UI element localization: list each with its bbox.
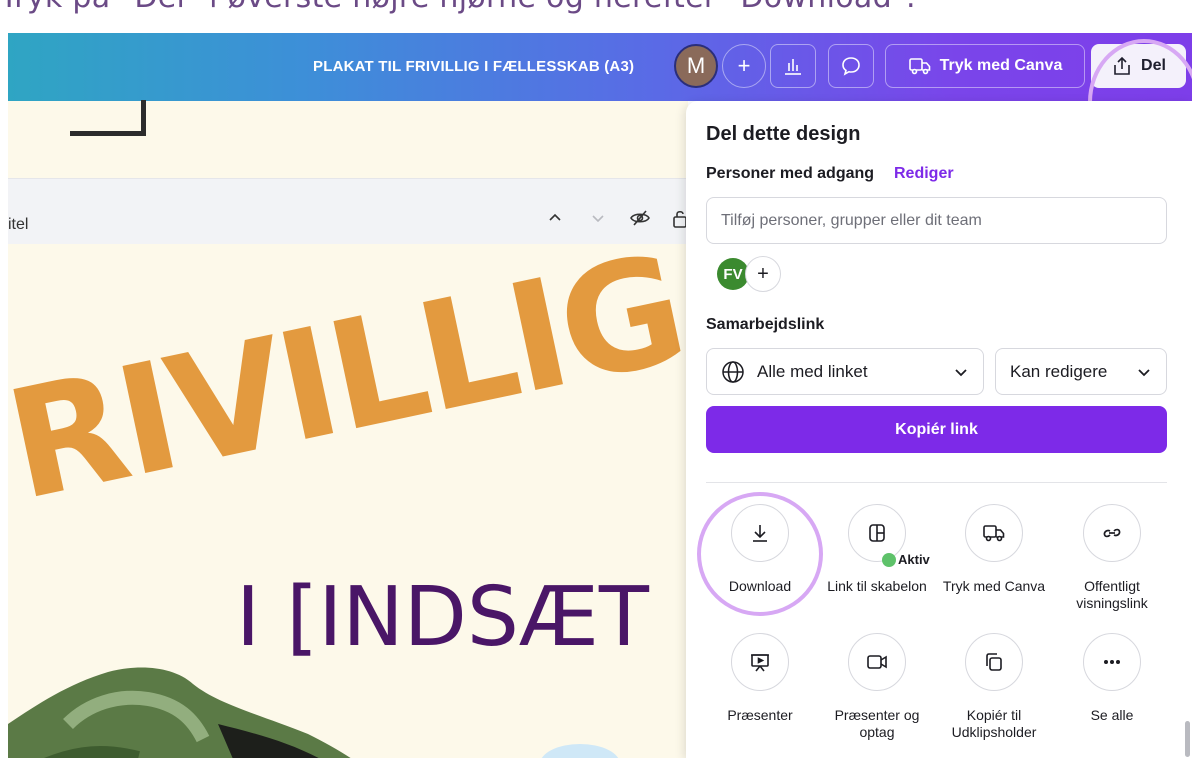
link-permission-select[interactable]: Kan redigere <box>995 348 1167 395</box>
option-label: Kopiér til Udklipsholder <box>951 707 1037 740</box>
top-toolbar: PLAKAT TIL FRIVILLIG I FÆLLESSKAB (A3) M… <box>8 33 1192 165</box>
add-people-input[interactable]: Tilføj personer, grupper eller dit team <box>706 197 1167 244</box>
share-option-clipboard[interactable]: Kopiér til Udklipsholder <box>935 633 1053 741</box>
user-avatar[interactable]: M <box>674 44 718 88</box>
clipboard-icon <box>986 653 1002 671</box>
insights-button[interactable] <box>770 44 816 88</box>
add-member-button[interactable]: + <box>745 256 781 292</box>
panel-divider <box>706 482 1167 483</box>
presentation-icon <box>751 654 769 672</box>
people-access-label: Personer med adgang <box>706 165 875 182</box>
canvas-current-page[interactable]: RIVILLIG I [INDSÆT <box>8 244 688 758</box>
bar-chart-icon <box>785 59 801 75</box>
option-label: Se alle <box>1090 707 1134 723</box>
truck-icon <box>983 525 1005 542</box>
tree-photo-shape[interactable] <box>8 664 408 758</box>
option-label: Tryk med Canva <box>942 578 1046 594</box>
collab-link-label: Samarbejdslink <box>706 316 825 333</box>
hide-eye-icon[interactable] <box>629 209 651 232</box>
panel-scrollbar[interactable] <box>1185 721 1190 757</box>
template-icon <box>869 524 885 542</box>
plus-icon: + <box>737 53 751 78</box>
option-label: Link til skabelon <box>827 578 927 594</box>
plus-icon: + <box>757 262 769 285</box>
share-option-present[interactable]: Præsenter <box>701 633 819 724</box>
add-collaborator-button[interactable]: + <box>722 44 766 88</box>
chevron-up-icon[interactable] <box>546 209 564 232</box>
option-label: Præsenter og optag <box>834 707 920 740</box>
print-with-canva-button[interactable]: Tryk med Canva <box>885 44 1085 88</box>
link-access-select[interactable]: Alle med linket <box>706 348 984 395</box>
chevron-down-icon <box>1138 368 1150 376</box>
link-access-value: Alle med linket <box>757 361 868 381</box>
decorative-blob <box>540 744 620 758</box>
active-badge-label: Aktiv <box>898 552 930 567</box>
active-dot-icon <box>882 552 896 567</box>
globe-icon <box>722 360 744 383</box>
comment-icon <box>842 57 860 76</box>
edit-access-link[interactable]: Rediger <box>894 165 954 183</box>
design-title[interactable]: PLAKAT TIL FRIVILLIG I FÆLLESSKAB (A3) <box>313 58 634 75</box>
clipboard-option-circle[interactable] <box>965 633 1023 691</box>
share-option-print[interactable]: Tryk med Canva <box>935 504 1053 595</box>
page-toolbar: itel <box>8 178 688 244</box>
share-panel: Del dette design Personer med adgang Red… <box>686 101 1192 758</box>
comments-button[interactable] <box>828 44 874 88</box>
poster-headline[interactable]: RIVILLIG <box>8 244 688 534</box>
link-icon <box>1103 528 1121 538</box>
corner-bracket-graphic <box>70 100 146 136</box>
link-permission-value: Kan redigere <box>1010 361 1108 381</box>
see-all-option-circle[interactable] <box>1083 633 1141 691</box>
page-title-field[interactable]: itel <box>8 216 28 234</box>
camera-icon <box>867 655 887 669</box>
chevron-down-icon <box>955 368 967 376</box>
download-highlight-ring <box>697 492 823 616</box>
print-label: Tryk med Canva <box>939 57 1063 74</box>
share-option-public-link[interactable]: Offentligt visningslink <box>1053 504 1171 612</box>
share-option-present-record[interactable]: Præsenter og optag <box>818 633 936 741</box>
public-link-option-circle[interactable] <box>1083 504 1141 562</box>
option-label: Præsenter <box>727 707 793 723</box>
chevron-down-icon[interactable] <box>589 209 607 232</box>
present-option-circle[interactable] <box>731 633 789 691</box>
share-option-template-link[interactable]: Aktiv Link til skabelon <box>818 504 936 595</box>
print-option-circle[interactable] <box>965 504 1023 562</box>
share-panel-title: Del dette design <box>706 123 861 145</box>
active-badge: Aktiv <box>882 552 930 567</box>
screenshot-root: Tryk på "Del" i øverste højre hjørne og … <box>0 0 1192 758</box>
present-record-option-circle[interactable] <box>848 633 906 691</box>
copy-link-button[interactable]: Kopiér link <box>706 406 1167 453</box>
poster-subline[interactable]: I [INDSÆT <box>236 570 649 665</box>
instruction-caption: Tryk på "Del" i øverste højre hjørne og … <box>0 0 1192 20</box>
truck-icon <box>908 58 930 75</box>
more-icon <box>1104 660 1120 664</box>
option-label: Offentligt visningslink <box>1076 578 1148 611</box>
share-option-see-all[interactable]: Se alle <box>1053 633 1171 724</box>
